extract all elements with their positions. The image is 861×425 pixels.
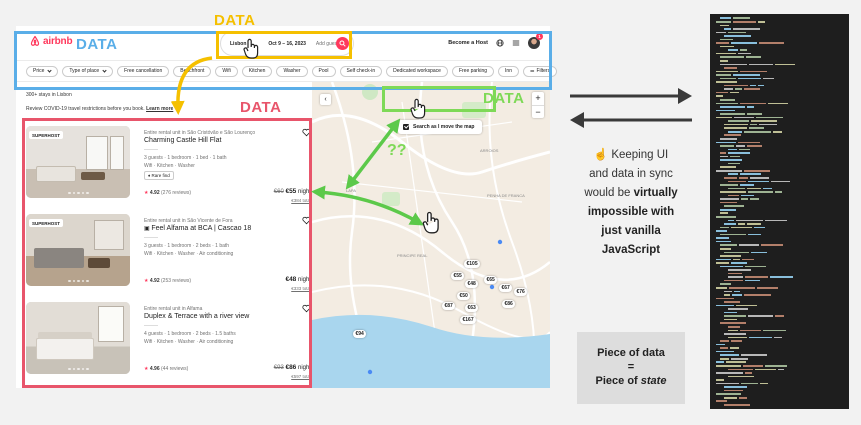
green-arrow-right: [311, 185, 425, 226]
sync-line-5: just vanilla: [601, 225, 661, 237]
pointing-up-icon: ☝️: [593, 149, 609, 161]
piece-line-1: Piece of data: [597, 347, 665, 359]
json-code-panel: [710, 14, 849, 409]
piece-of-state-box: Piece of data = Piece of state: [577, 332, 685, 404]
sync-line-3: would be virtually: [584, 187, 678, 199]
sync-arrows-icon: [570, 88, 692, 128]
sync-line-1: ☝️ Keeping UI: [593, 149, 669, 161]
piece-line-2: =: [627, 361, 635, 373]
sync-line-4: impossible with: [587, 206, 675, 218]
question-marks: ??: [387, 142, 407, 159]
yellow-curved-arrow: [170, 56, 213, 115]
sync-explanation: ☝️ Keeping UI and data in sync would be …: [566, 146, 696, 260]
piece-line-3: Piece of state: [595, 375, 667, 387]
sync-line-2: and data in sync: [589, 168, 673, 180]
code-line: [716, 404, 849, 408]
hand-cursor-icon: [243, 38, 259, 59]
hand-cursor-icon: [410, 98, 426, 119]
sync-line-6: JavaScript: [601, 244, 661, 256]
drag-hand-cursor-icon: [422, 211, 439, 234]
